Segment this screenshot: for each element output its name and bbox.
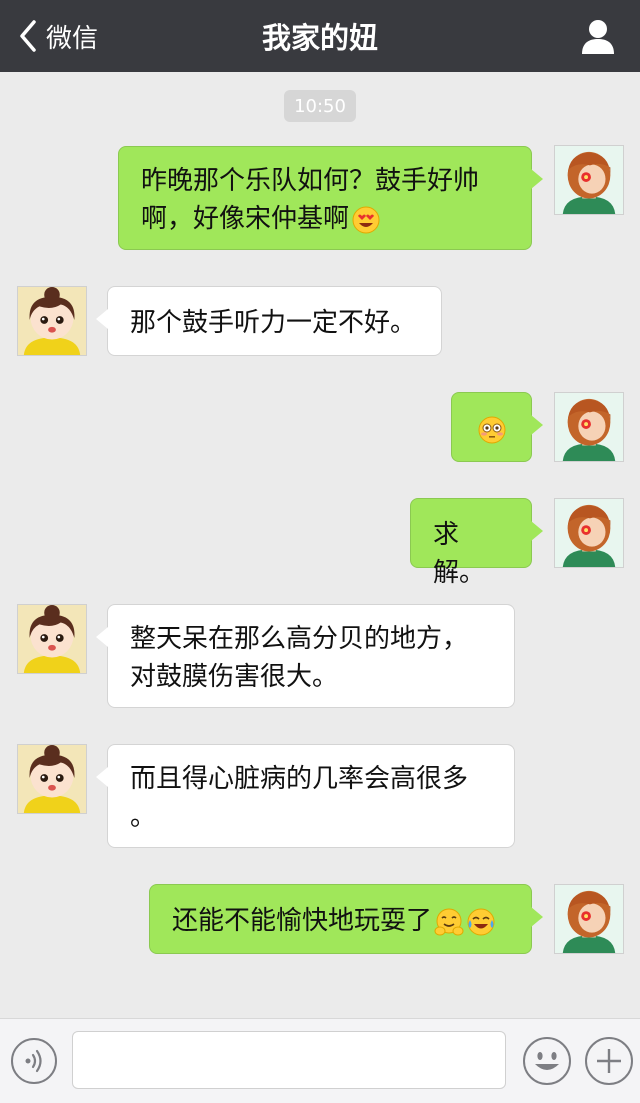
emoji-button[interactable] xyxy=(522,1036,572,1086)
message-text-line: 而且得心脏病的几率会高很多 xyxy=(130,764,469,794)
tears-of-joy-emoji-icon xyxy=(466,907,496,937)
message-bubble-outgoing[interactable]: 昨晚那个乐队如何？鼓手好帅 啊，好像宋仲基啊 xyxy=(118,146,543,250)
message-text-line: 还能不能愉快地玩耍了 xyxy=(172,906,433,936)
heart-eyes-emoji-icon xyxy=(351,205,381,235)
message-bubble-outgoing[interactable]: 求解。 xyxy=(410,498,543,588)
avatar-outgoing[interactable] xyxy=(554,392,624,462)
message-bubble-outgoing[interactable] xyxy=(451,392,543,462)
back-button[interactable]: 微信 xyxy=(14,16,98,56)
avatar-incoming[interactable] xyxy=(17,286,87,356)
message-input[interactable] xyxy=(72,1031,506,1089)
avatar-outgoing[interactable] xyxy=(554,498,624,568)
message-bubble-incoming[interactable]: 那个鼓手听力一定不好。 xyxy=(96,286,442,356)
message-text-line: 啊，好像宋仲基啊 xyxy=(141,204,350,234)
plus-icon xyxy=(585,1037,633,1085)
message-bubble-incoming[interactable]: 而且得心脏病的几率会高很多 。 xyxy=(96,744,515,848)
message-timestamp: 10:50 xyxy=(284,90,356,122)
avatar-incoming[interactable] xyxy=(17,604,87,674)
avatar-outgoing[interactable] xyxy=(554,884,624,954)
message-list[interactable]: 10:50 昨晚那个乐队如何？鼓手好帅 啊，好像宋仲基啊 那个鼓手听力一定不好。… xyxy=(0,72,640,1018)
hugging-emoji-icon xyxy=(434,907,464,937)
more-button[interactable] xyxy=(584,1036,634,1086)
message-text-line: 那个鼓手听力一定不好。 xyxy=(130,308,417,338)
flushed-emoji-icon xyxy=(477,415,507,445)
message-text-line: 对鼓膜伤害很大。 xyxy=(130,662,339,692)
avatar-outgoing[interactable] xyxy=(554,145,624,215)
smiley-icon xyxy=(523,1037,571,1085)
message-text-line: 。 xyxy=(130,802,157,832)
chat-info-button[interactable] xyxy=(578,16,618,56)
input-bar xyxy=(0,1018,640,1103)
avatar-incoming[interactable] xyxy=(17,744,87,814)
voice-icon xyxy=(11,1038,57,1084)
message-text-line: 整天呆在那么高分贝的地方， xyxy=(130,624,469,654)
message-text-line: 昨晚那个乐队如何？鼓手好帅 xyxy=(141,166,480,196)
chevron-left-icon xyxy=(20,20,36,52)
message-text-line: 求解。 xyxy=(433,520,486,588)
message-bubble-incoming[interactable]: 整天呆在那么高分贝的地方， 对鼓膜伤害很大。 xyxy=(96,604,515,708)
message-bubble-outgoing[interactable]: 还能不能愉快地玩耍了 xyxy=(149,884,543,954)
back-label: 微信 xyxy=(46,23,99,54)
nav-bar: 微信 我家的妞 xyxy=(0,0,640,72)
voice-toggle-button[interactable] xyxy=(10,1037,58,1085)
person-icon xyxy=(582,20,614,54)
